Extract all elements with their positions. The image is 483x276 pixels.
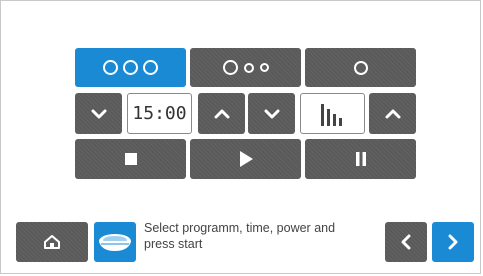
home-button[interactable] <box>16 222 88 262</box>
pan-icon <box>99 234 131 251</box>
home-icon <box>44 235 60 249</box>
time-display: 15:00 <box>127 93 192 134</box>
appliance-button[interactable] <box>94 222 136 262</box>
time-value: 15:00 <box>132 103 187 124</box>
stop-icon <box>124 153 137 165</box>
circle-icon <box>353 60 368 75</box>
power-decrease-button[interactable] <box>248 93 295 134</box>
instruction-text: Select programm, time, power and press s… <box>144 221 336 251</box>
next-button[interactable] <box>432 222 474 262</box>
chevron-down-icon <box>91 109 106 118</box>
chevron-down-icon <box>264 109 279 118</box>
program-3-button[interactable] <box>305 48 416 87</box>
play-icon <box>239 151 253 167</box>
power-display <box>300 93 365 134</box>
program-2-button[interactable] <box>190 48 301 87</box>
pause-button[interactable] <box>305 139 416 179</box>
time-decrease-button[interactable] <box>75 93 122 134</box>
time-increase-button[interactable] <box>198 93 245 134</box>
circles-icon-large <box>103 60 158 75</box>
start-button[interactable] <box>190 139 301 179</box>
pause-icon <box>355 152 366 166</box>
chevron-left-icon <box>401 234 411 250</box>
chevron-up-icon <box>214 109 229 118</box>
program-1-button[interactable] <box>75 48 186 87</box>
power-bars-icon <box>320 103 342 126</box>
chevron-up-icon <box>385 109 400 118</box>
power-increase-button[interactable] <box>369 93 416 134</box>
circles-icon-mixed <box>222 60 269 75</box>
stop-button[interactable] <box>75 139 186 179</box>
previous-button[interactable] <box>385 222 427 262</box>
chevron-right-icon <box>448 234 458 250</box>
